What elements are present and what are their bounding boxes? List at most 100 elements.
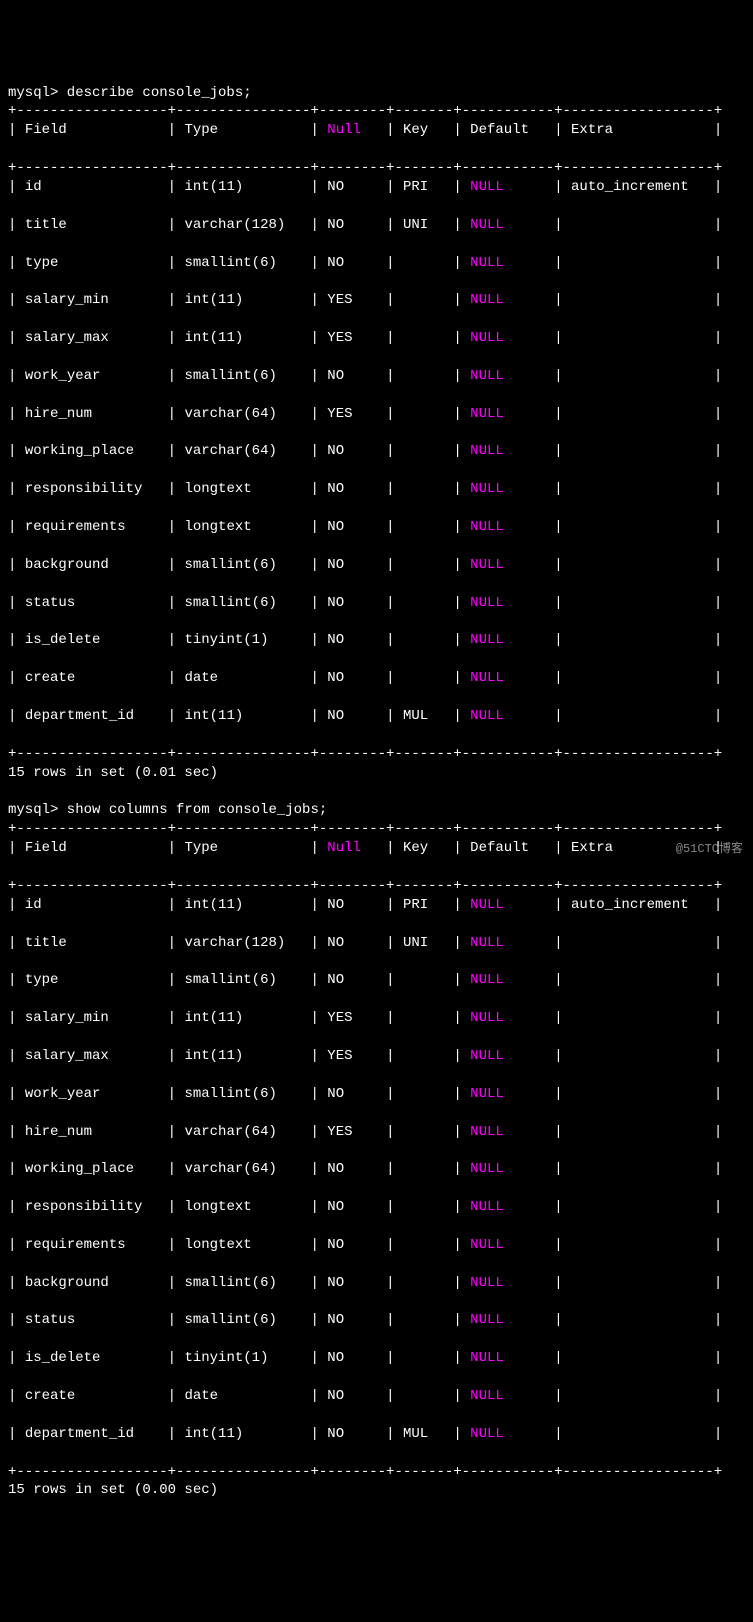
cell-extra bbox=[571, 330, 705, 346]
mysql-prompt[interactable]: mysql> describe console_jobs; bbox=[8, 85, 252, 101]
cell-null: NO bbox=[327, 1426, 377, 1442]
cell-null: NO bbox=[327, 368, 377, 384]
cell-extra bbox=[571, 481, 705, 497]
table-border: +------------------+----------------+---… bbox=[8, 1464, 722, 1480]
cell-key bbox=[403, 632, 445, 648]
cell-field: salary_min bbox=[25, 292, 159, 308]
cell-default: NULL bbox=[470, 443, 546, 459]
table-row: | status | smallint(6) | NO | | NULL | | bbox=[8, 594, 745, 613]
table-border: +------------------+----------------+---… bbox=[8, 821, 722, 837]
cell-default: NULL bbox=[470, 179, 546, 195]
table-row: | id | int(11) | NO | PRI | NULL | auto_… bbox=[8, 896, 745, 915]
cell-key: UNI bbox=[403, 935, 445, 951]
table-row: | requirements | longtext | NO | | NULL … bbox=[8, 518, 745, 537]
col-field: Field bbox=[25, 122, 159, 138]
cell-field: work_year bbox=[25, 368, 159, 384]
cell-type: longtext bbox=[184, 481, 302, 497]
cell-field: background bbox=[25, 1275, 159, 1291]
cell-key bbox=[403, 595, 445, 611]
cell-extra bbox=[571, 632, 705, 648]
table-row: | create | date | NO | | NULL | | bbox=[8, 1387, 745, 1406]
cell-type: smallint(6) bbox=[184, 255, 302, 271]
table-row: | salary_max | int(11) | YES | | NULL | … bbox=[8, 329, 745, 348]
cell-key bbox=[403, 406, 445, 422]
cell-null: NO bbox=[327, 595, 377, 611]
cell-field: salary_max bbox=[25, 1048, 159, 1064]
cell-default: NULL bbox=[470, 1312, 546, 1328]
table-row: | is_delete | tinyint(1) | NO | | NULL |… bbox=[8, 631, 745, 650]
mysql-prompt[interactable]: mysql> show columns from console_jobs; bbox=[8, 802, 327, 818]
cell-extra bbox=[571, 1312, 705, 1328]
cell-default: NULL bbox=[470, 1124, 546, 1140]
table-header-row: | Field | Type | Null | Key | Default | … bbox=[8, 121, 745, 140]
cell-extra bbox=[571, 708, 705, 724]
cell-field: type bbox=[25, 255, 159, 271]
cell-extra bbox=[571, 443, 705, 459]
cell-type: varchar(64) bbox=[184, 1161, 302, 1177]
cell-default: NULL bbox=[470, 1350, 546, 1366]
cell-default: NULL bbox=[470, 897, 546, 913]
table-row: | working_place | varchar(64) | NO | | N… bbox=[8, 442, 745, 461]
col-type: Type bbox=[184, 840, 302, 856]
table-row: | requirements | longtext | NO | | NULL … bbox=[8, 1236, 745, 1255]
table-border: +------------------+----------------+---… bbox=[8, 878, 722, 894]
cell-default: NULL bbox=[470, 1010, 546, 1026]
table-row: | background | smallint(6) | NO | | NULL… bbox=[8, 556, 745, 575]
cell-type: smallint(6) bbox=[184, 1312, 302, 1328]
cell-key bbox=[403, 670, 445, 686]
cell-null: NO bbox=[327, 1312, 377, 1328]
table-header-row: | Field | Type | Null | Key | Default | … bbox=[8, 839, 745, 858]
cell-key: UNI bbox=[403, 217, 445, 233]
cell-type: smallint(6) bbox=[184, 595, 302, 611]
cell-field: responsibility bbox=[25, 1199, 159, 1215]
cell-field: title bbox=[25, 935, 159, 951]
cell-key bbox=[403, 972, 445, 988]
table-row: | department_id | int(11) | NO | MUL | N… bbox=[8, 1425, 745, 1444]
cell-type: date bbox=[184, 670, 302, 686]
cell-field: title bbox=[25, 217, 159, 233]
cell-type: tinyint(1) bbox=[184, 1350, 302, 1366]
cell-type: longtext bbox=[184, 1237, 302, 1253]
cell-key bbox=[403, 1010, 445, 1026]
cell-extra bbox=[571, 368, 705, 384]
cell-field: department_id bbox=[25, 708, 159, 724]
cell-key: PRI bbox=[403, 897, 445, 913]
cell-default: NULL bbox=[470, 255, 546, 271]
cell-key bbox=[403, 443, 445, 459]
cell-null: YES bbox=[327, 1124, 377, 1140]
cell-default: NULL bbox=[470, 670, 546, 686]
cell-null: NO bbox=[327, 255, 377, 271]
cell-null: NO bbox=[327, 557, 377, 573]
cell-type: int(11) bbox=[184, 1426, 302, 1442]
cell-default: NULL bbox=[470, 519, 546, 535]
table-row: | title | varchar(128) | NO | UNI | NULL… bbox=[8, 216, 745, 235]
cell-extra bbox=[571, 1237, 705, 1253]
cell-field: work_year bbox=[25, 1086, 159, 1102]
cell-key bbox=[403, 1124, 445, 1140]
cell-extra: auto_increment bbox=[571, 897, 705, 913]
cell-null: YES bbox=[327, 292, 377, 308]
table-border: +------------------+----------------+---… bbox=[8, 160, 722, 176]
cell-key: MUL bbox=[403, 1426, 445, 1442]
cell-key bbox=[403, 1237, 445, 1253]
table-row: | is_delete | tinyint(1) | NO | | NULL |… bbox=[8, 1349, 745, 1368]
table-row: | working_place | varchar(64) | NO | | N… bbox=[8, 1160, 745, 1179]
table-row: | salary_min | int(11) | YES | | NULL | … bbox=[8, 291, 745, 310]
cell-null: YES bbox=[327, 1048, 377, 1064]
cell-field: status bbox=[25, 595, 159, 611]
cell-key bbox=[403, 255, 445, 271]
cell-default: NULL bbox=[470, 1086, 546, 1102]
table-border: +------------------+----------------+---… bbox=[8, 103, 722, 119]
col-default: Default bbox=[470, 840, 546, 856]
cell-default: NULL bbox=[470, 1048, 546, 1064]
cell-field: hire_num bbox=[25, 406, 159, 422]
cell-null: YES bbox=[327, 1010, 377, 1026]
cell-default: NULL bbox=[470, 406, 546, 422]
cell-field: type bbox=[25, 972, 159, 988]
cell-extra bbox=[571, 972, 705, 988]
table-row: | salary_max | int(11) | YES | | NULL | … bbox=[8, 1047, 745, 1066]
table-row: | id | int(11) | NO | PRI | NULL | auto_… bbox=[8, 178, 745, 197]
table-row: | type | smallint(6) | NO | | NULL | | bbox=[8, 971, 745, 990]
col-null: Null bbox=[327, 122, 377, 138]
cell-field: is_delete bbox=[25, 632, 159, 648]
